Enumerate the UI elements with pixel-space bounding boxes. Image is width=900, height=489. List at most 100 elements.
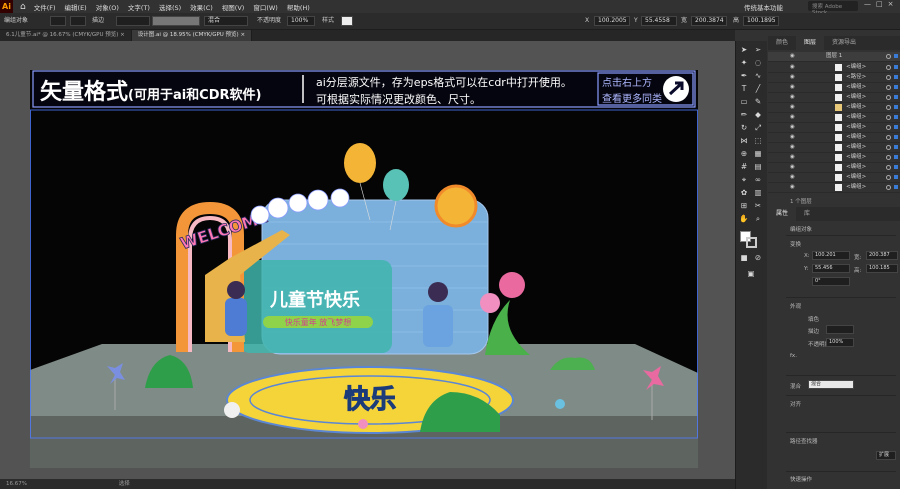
fill-swatch[interactable] bbox=[50, 16, 66, 26]
eye-icon[interactable]: ◉ bbox=[790, 52, 795, 61]
layer-row[interactable]: ◉ <编组> bbox=[768, 153, 900, 163]
tab-libraries[interactable]: 库 bbox=[796, 207, 818, 221]
target-icon[interactable] bbox=[886, 135, 891, 140]
rectangle-icon[interactable]: ▭ bbox=[739, 97, 749, 107]
target-icon[interactable] bbox=[886, 185, 891, 190]
layer-row[interactable]: ◉ <编组> bbox=[768, 113, 900, 123]
tab-properties[interactable]: 属性 bbox=[768, 207, 797, 221]
curvature-icon[interactable]: ∿ bbox=[753, 71, 763, 81]
eye-icon[interactable]: ◉ bbox=[790, 183, 795, 192]
target-icon[interactable] bbox=[886, 65, 891, 70]
eye-icon[interactable]: ◉ bbox=[790, 153, 795, 162]
blend-icon[interactable]: ∞ bbox=[753, 175, 763, 185]
line-icon[interactable]: ╱ bbox=[753, 84, 763, 94]
eye-icon[interactable]: ◉ bbox=[790, 173, 795, 182]
close-icon[interactable]: × bbox=[120, 32, 125, 38]
y-input[interactable]: 55.456 bbox=[812, 264, 850, 273]
artboard[interactable]: 儿童节快乐 快乐童年 放飞梦想 WELCOME 快乐 矢量格式(可用于ai和CD… bbox=[30, 70, 698, 468]
hand-icon[interactable]: ✋ bbox=[739, 214, 749, 224]
h-input[interactable]: 100.185 bbox=[866, 264, 898, 273]
eye-icon[interactable]: ◉ bbox=[790, 143, 795, 152]
blend-select[interactable]: 混合 bbox=[808, 380, 854, 389]
eye-icon[interactable]: ◉ bbox=[790, 123, 795, 132]
stock-search-input[interactable]: 搜索 Adobe Stock bbox=[808, 1, 858, 16]
pencil-icon[interactable]: ✏ bbox=[739, 110, 749, 120]
layer-row[interactable]: ◉ <编组> bbox=[768, 83, 900, 93]
target-icon[interactable] bbox=[886, 75, 891, 80]
type-icon[interactable]: T bbox=[739, 84, 749, 94]
close-icon[interactable]: × bbox=[240, 32, 245, 38]
style-swatch[interactable] bbox=[341, 16, 353, 26]
eye-icon[interactable]: ◉ bbox=[790, 103, 795, 112]
artboard-icon[interactable]: ⊞ bbox=[739, 201, 749, 211]
w-input[interactable]: 200.387 bbox=[866, 251, 898, 260]
layer-row[interactable]: ◉ <路径> bbox=[768, 73, 900, 83]
layer-row[interactable]: ◉ <编组> bbox=[768, 123, 900, 133]
expand-button[interactable]: 扩展 bbox=[876, 451, 896, 460]
x-input[interactable]: 100.2005 bbox=[594, 16, 630, 26]
tab-color[interactable]: 颜色 bbox=[768, 36, 796, 50]
layer-row[interactable]: ◉ <编组> bbox=[768, 63, 900, 73]
artwork[interactable]: 儿童节快乐 快乐童年 放飞梦想 WELCOME 快乐 bbox=[30, 70, 698, 468]
zoom-level[interactable]: 16.67% bbox=[6, 481, 27, 487]
pen-icon[interactable]: ✒ bbox=[739, 71, 749, 81]
stroke-weight-input[interactable] bbox=[826, 325, 854, 334]
opacity-input[interactable]: 100% bbox=[826, 338, 854, 347]
target-icon[interactable] bbox=[886, 155, 891, 160]
target-icon[interactable] bbox=[886, 54, 891, 59]
slice-icon[interactable]: ✂ bbox=[753, 201, 763, 211]
target-icon[interactable] bbox=[886, 115, 891, 120]
variable-width-profile[interactable] bbox=[152, 16, 200, 26]
angle-input[interactable]: 0° bbox=[812, 277, 850, 286]
eye-icon[interactable]: ◉ bbox=[790, 133, 795, 142]
tab-layers[interactable]: 图层 bbox=[796, 36, 825, 50]
w-input[interactable]: 200.3874 bbox=[691, 16, 727, 26]
tab-document-1[interactable]: 6.1儿童节.ai* @ 16.67% (CMYK/GPU 预览) × bbox=[0, 30, 132, 41]
layer-row[interactable]: ◉ <编组> bbox=[768, 163, 900, 173]
magic-wand-icon[interactable]: ✦ bbox=[739, 58, 749, 68]
menu-file[interactable]: 文件(F) bbox=[34, 2, 56, 12]
direct-select-icon[interactable]: ➢ bbox=[753, 45, 763, 55]
free-transform-icon[interactable]: ⬚ bbox=[753, 136, 763, 146]
blend-select[interactable]: 混合 bbox=[204, 16, 248, 26]
select-icon[interactable]: ➤ bbox=[739, 45, 749, 55]
home-icon[interactable]: ⌂ bbox=[20, 2, 26, 12]
x-input[interactable]: 100.201 bbox=[812, 251, 850, 260]
menu-object[interactable]: 对象(O) bbox=[96, 2, 119, 12]
eye-icon[interactable]: ◉ bbox=[790, 113, 795, 122]
zoom-icon[interactable]: ⌕ bbox=[753, 214, 763, 224]
opacity-input[interactable]: 100% bbox=[287, 16, 315, 26]
menu-view[interactable]: 视图(V) bbox=[222, 2, 245, 12]
y-input[interactable]: 55.4558 bbox=[641, 16, 677, 26]
eye-icon[interactable]: ◉ bbox=[790, 163, 795, 172]
menu-type[interactable]: 文字(T) bbox=[128, 2, 150, 12]
brush-icon[interactable]: ✎ bbox=[753, 97, 763, 107]
none-color-icon[interactable]: ⊘ bbox=[753, 253, 763, 263]
menu-window[interactable]: 窗口(W) bbox=[253, 2, 278, 12]
perspective-icon[interactable]: ▦ bbox=[753, 149, 763, 159]
mesh-icon[interactable]: # bbox=[739, 162, 749, 172]
target-icon[interactable] bbox=[886, 85, 891, 90]
eyedropper-icon[interactable]: ⌖ bbox=[739, 175, 749, 185]
color-mode-icon[interactable]: ■ bbox=[739, 253, 749, 263]
layer-row[interactable]: ◉ <编组> bbox=[768, 173, 900, 183]
shape-builder-icon[interactable]: ⊕ bbox=[739, 149, 749, 159]
eye-icon[interactable]: ◉ bbox=[790, 73, 795, 82]
layer-row[interactable]: ◉ <编组> bbox=[768, 183, 900, 193]
gradient-icon[interactable]: ▤ bbox=[753, 162, 763, 172]
stroke-swatch[interactable] bbox=[70, 16, 86, 26]
scale-icon[interactable]: ⤢ bbox=[753, 123, 763, 133]
target-icon[interactable] bbox=[886, 95, 891, 100]
symbol-icon[interactable]: ✿ bbox=[739, 188, 749, 198]
layer-row[interactable]: ◉ <编组> bbox=[768, 143, 900, 153]
stroke-weight-select[interactable] bbox=[116, 16, 150, 26]
eye-icon[interactable]: ◉ bbox=[790, 93, 795, 102]
graph-icon[interactable]: ▥ bbox=[753, 188, 763, 198]
menu-effect[interactable]: 效果(C) bbox=[190, 2, 213, 12]
target-icon[interactable] bbox=[886, 105, 891, 110]
rotate-icon[interactable]: ↻ bbox=[739, 123, 749, 133]
eye-icon[interactable]: ◉ bbox=[790, 83, 795, 92]
workspace-switcher[interactable]: 传统基本功能 bbox=[744, 2, 783, 12]
target-icon[interactable] bbox=[886, 165, 891, 170]
canvas-area[interactable]: 儿童节快乐 快乐童年 放飞梦想 WELCOME 快乐 矢量格式(可用于ai和CD… bbox=[0, 41, 735, 479]
